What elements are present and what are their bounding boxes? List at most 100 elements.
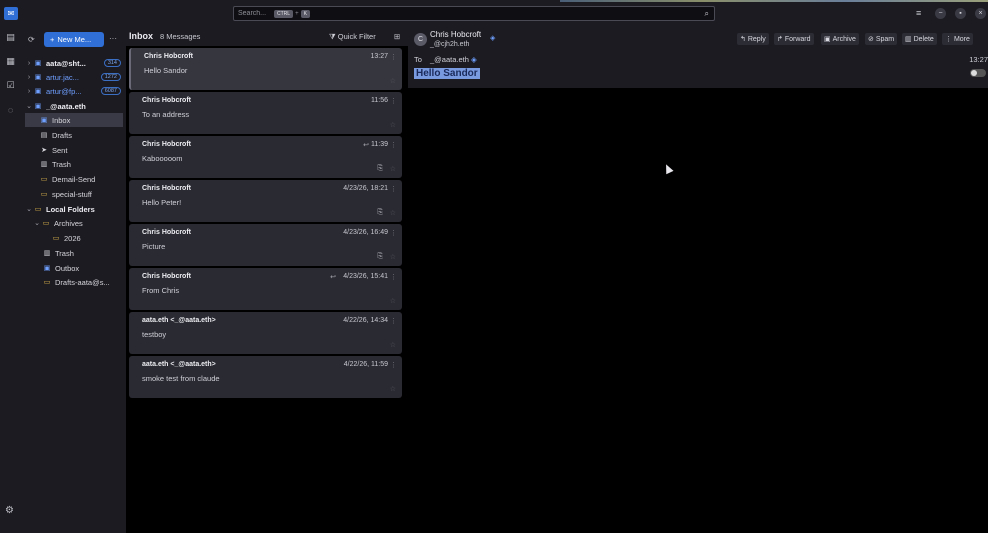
folder-special-stuff[interactable]: ▭ special-stuff <box>25 187 123 201</box>
recipient-address[interactable]: _@aata.eth <box>430 55 469 64</box>
inbox-icon: ▣ <box>40 117 48 124</box>
tasks-icon[interactable]: ☑ <box>5 80 16 91</box>
message-menu-icon[interactable]: ⋮ <box>390 185 397 193</box>
account-aata-sht[interactable]: › ▣ aata@sht... 314 <box>25 56 123 70</box>
star-icon[interactable]: ☆ <box>390 297 396 305</box>
message-card[interactable]: Chris Hobcroft To an address 11:56 ⋮ ☆ <box>129 92 402 134</box>
search-input[interactable] <box>238 10 274 17</box>
message-sender: aata.eth <_@aata.eth> <box>142 361 216 368</box>
folder-outbox[interactable]: ▣ Outbox <box>25 261 123 275</box>
search-bar[interactable]: CTRL + K ⌕ <box>233 6 715 21</box>
spaces-toolbar: ▤ ▦ ☑ ◌ <box>0 26 22 533</box>
message-date: 11:39 <box>371 141 388 148</box>
star-icon[interactable]: ☆ <box>390 209 396 217</box>
message-menu-icon[interactable]: ⋮ <box>390 361 397 369</box>
message-subject: Hello Sandor <box>144 66 188 75</box>
message-menu-icon[interactable]: ⋮ <box>390 53 397 61</box>
chat-icon[interactable]: ◌ <box>5 104 16 115</box>
unread-badge: 6087 <box>100 87 121 95</box>
folder-icon: ▭ <box>34 206 42 213</box>
archive-icon: ▣ <box>824 36 833 43</box>
chevron-right-icon[interactable]: › <box>25 74 33 81</box>
close-button[interactable]: × <box>975 8 986 19</box>
mail-app-icon[interactable]: ✉ <box>4 7 18 20</box>
address-book-icon[interactable]: ▤ <box>5 32 16 43</box>
star-icon[interactable]: ☆ <box>390 385 396 393</box>
chevron-right-icon[interactable]: › <box>25 60 33 67</box>
folder-icon: ▭ <box>52 235 60 242</box>
folder-pane-menu-button[interactable]: ··· <box>109 34 117 43</box>
folder-drafts-aata[interactable]: ▭ Drafts-aata@s... <box>25 275 123 289</box>
reply-button[interactable]: ↰ Reply <box>737 33 769 45</box>
message-menu-icon[interactable]: ⋮ <box>390 317 397 325</box>
minimize-button[interactable]: − <box>935 8 946 19</box>
message-time: 13:27 <box>969 55 988 64</box>
message-card[interactable]: Chris Hobcroft Hello Peter! 4/23/26, 18:… <box>129 180 402 222</box>
inbox-icon: ▣ <box>34 60 42 67</box>
get-messages-icon[interactable]: ⟳ <box>28 35 35 44</box>
star-icon[interactable]: ☆ <box>390 341 396 349</box>
reply-icon: ↰ <box>740 36 748 43</box>
maximize-button[interactable]: ▪ <box>955 8 966 19</box>
folder-trash[interactable]: ▥ Trash <box>25 157 123 171</box>
forward-icon: ↱ <box>777 36 785 43</box>
message-card[interactable]: Chris Hobcroft Picture 4/23/26, 16:49 ⋮ … <box>129 224 402 266</box>
account-aata-eth[interactable]: ⌄ ▣ _@aata.eth <box>25 99 123 113</box>
hamburger-icon[interactable]: ≡ <box>916 8 921 18</box>
folder-archives[interactable]: ⌄ ▭ Archives <box>25 216 123 230</box>
folder-inbox[interactable]: ▣ Inbox <box>25 113 123 127</box>
more-button[interactable]: ⋮ More <box>942 33 973 45</box>
new-message-button[interactable]: + New Me... <box>44 32 104 47</box>
folder-2026[interactable]: ▭ 2026 <box>25 231 123 245</box>
sender-address[interactable]: _@cjh2h.eth <box>430 41 469 48</box>
spam-button[interactable]: ⊘ Spam <box>865 33 898 45</box>
attachment-icon: ⎘ <box>377 165 383 172</box>
archive-button[interactable]: ▣ Archive <box>821 33 859 45</box>
message-menu-icon[interactable]: ⋮ <box>390 229 397 237</box>
message-card[interactable]: Chris Hobcroft Kabooooom ↩ 11:39 ⋮ ⎘ ☆ <box>129 136 402 178</box>
star-icon[interactable]: ☆ <box>390 121 396 129</box>
chevron-down-icon[interactable]: ⌄ <box>25 205 33 213</box>
message-card[interactable]: Chris Hobcroft Hello Sandor 13:27 ⋮ ☆ <box>129 48 402 90</box>
calendar-icon[interactable]: ▦ <box>5 56 16 67</box>
spam-icon: ⊘ <box>868 36 876 43</box>
forward-button[interactable]: ↱ Forward <box>774 33 814 45</box>
remote-content-toggle[interactable] <box>970 69 986 77</box>
message-card[interactable]: aata.eth <_@aata.eth> smoke test from cl… <box>129 356 402 398</box>
folder-drafts[interactable]: ▤ Drafts <box>25 128 123 142</box>
star-icon[interactable]: ☆ <box>390 253 396 261</box>
account-local-folders[interactable]: ⌄ ▭ Local Folders <box>25 202 123 216</box>
message-sender: aata.eth <_@aata.eth> <box>142 317 216 324</box>
star-icon[interactable]: ☆ <box>390 165 396 173</box>
shortcut-key-k: K <box>300 9 310 18</box>
chevron-down-icon[interactable]: ⌄ <box>25 102 33 110</box>
shortcut-plus: + <box>295 10 299 17</box>
chevron-down-icon[interactable]: ⌄ <box>33 219 41 227</box>
avatar: C <box>414 33 427 46</box>
message-header: C Chris Hobcroft _@cjh2h.eth ◈ ↰ Reply ↱… <box>408 26 988 88</box>
message-card[interactable]: aata.eth <_@aata.eth> testboy 4/22/26, 1… <box>129 312 402 354</box>
folder-demail-send[interactable]: ▭ Demail-Send <box>25 172 123 186</box>
message-menu-icon[interactable]: ⋮ <box>390 273 397 281</box>
quick-filter-button[interactable]: ⧩ Quick Filter <box>329 32 376 42</box>
message-subject: testboy <box>142 330 167 339</box>
chevron-right-icon[interactable]: › <box>25 88 33 95</box>
delete-button[interactable]: ▥ Delete <box>902 33 937 45</box>
message-card[interactable]: Chris Hobcroft From Chris ↩ 4/23/26, 15:… <box>129 268 402 310</box>
inbox-icon: ▣ <box>34 103 42 110</box>
folder-local-trash[interactable]: ▥ Trash <box>25 246 123 260</box>
list-display-options-icon[interactable]: ⊞ <box>394 32 400 41</box>
message-menu-icon[interactable]: ⋮ <box>390 141 397 149</box>
message-date: 4/22/26, 14:34 <box>343 317 388 324</box>
drafts-icon: ▤ <box>40 132 48 139</box>
search-icon[interactable]: ⌕ <box>705 9 709 19</box>
sender-name[interactable]: Chris Hobcroft <box>430 30 481 39</box>
message-sender: Chris Hobcroft <box>142 97 191 104</box>
account-artur-fp[interactable]: › ▣ artur@fp... 6087 <box>25 84 123 98</box>
attachment-icon: ⎘ <box>377 253 383 260</box>
folder-sent[interactable]: ➤ Sent <box>25 143 123 157</box>
star-icon[interactable]: ☆ <box>390 77 396 85</box>
message-menu-icon[interactable]: ⋮ <box>390 97 397 105</box>
settings-gear-icon[interactable]: ⚙ <box>5 505 14 516</box>
account-artur-jac[interactable]: › ▣ artur.jac... 1272 <box>25 70 123 84</box>
